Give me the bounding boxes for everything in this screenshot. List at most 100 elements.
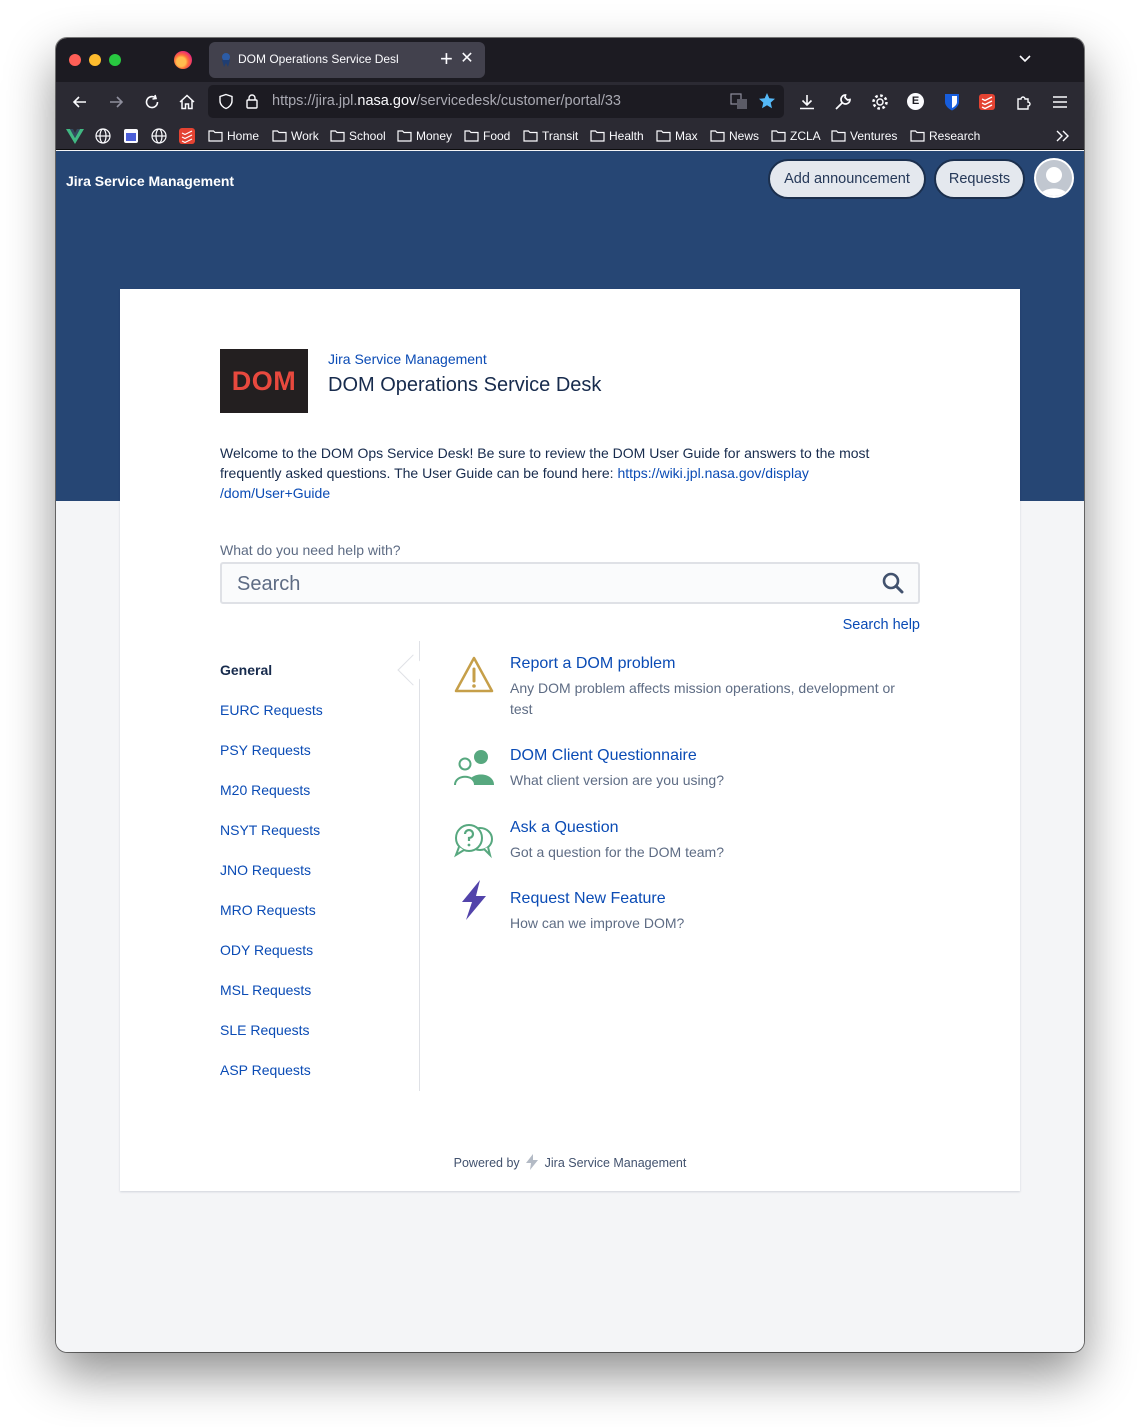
requests-button[interactable]: Requests	[934, 159, 1025, 199]
request-type-title[interactable]: Report a DOM problem	[510, 655, 675, 673]
list-all-tabs-icon[interactable]	[1018, 52, 1032, 66]
portal-card: DOM Jira Service Management DOM Operatio…	[120, 289, 1020, 1191]
extension-e-icon[interactable]: E	[907, 93, 924, 110]
powered-by-product-link[interactable]: Jira Service Management	[545, 1156, 687, 1170]
todoist-extension-icon[interactable]	[977, 92, 997, 112]
group-m20-requests[interactable]: M20 Requests	[220, 782, 310, 798]
new-tab-button[interactable]: +	[440, 48, 453, 70]
search-help-link[interactable]: Search help	[843, 617, 920, 633]
back-icon[interactable]	[70, 92, 90, 112]
group-nsyt-requests[interactable]: NSYT Requests	[220, 822, 320, 838]
downloads-icon[interactable]	[797, 92, 817, 112]
sidebar-divider	[419, 641, 420, 1091]
users-icon	[454, 747, 494, 787]
bookmark-label: Money	[416, 129, 453, 143]
powered-by-footer: Powered by Jira Service Management	[453, 1154, 687, 1170]
folder-icon	[208, 130, 223, 142]
breadcrumb[interactable]: Jira Service Management	[328, 351, 487, 367]
search-icon[interactable]	[882, 572, 904, 594]
active-group-indicator	[397, 654, 429, 686]
request-type-title[interactable]: Ask a Question	[510, 819, 619, 837]
globe-icon[interactable]	[95, 128, 111, 144]
calendar-icon[interactable]	[123, 128, 139, 144]
request-type-description: Got a question for the DOM team?	[510, 844, 724, 860]
zoom-window-button[interactable]	[109, 54, 121, 66]
folder-icon	[397, 130, 412, 142]
url-text[interactable]: https://jira.jpl.nasa.gov/servicedesk/cu…	[272, 93, 621, 109]
folder-icon	[272, 130, 287, 142]
folder-icon	[831, 130, 846, 142]
jira-favicon-icon	[222, 53, 230, 67]
lock-icon[interactable]	[245, 93, 259, 110]
close-tab-icon[interactable]: ✕	[457, 48, 477, 70]
request-type-title[interactable]: Request New Feature	[510, 890, 666, 908]
menu-hamburger-icon[interactable]	[1050, 92, 1070, 112]
group-asp-requests[interactable]: ASP Requests	[220, 1062, 311, 1078]
group-jno-requests[interactable]: JNO Requests	[220, 862, 311, 878]
page-title: DOM Operations Service Desk	[328, 374, 602, 396]
warning-icon	[454, 655, 494, 695]
group-ody-requests[interactable]: ODY Requests	[220, 942, 313, 958]
extensions-puzzle-icon[interactable]	[1014, 92, 1034, 112]
folder-icon	[656, 130, 671, 142]
bookmark-label: Work	[291, 129, 319, 143]
settings-gear-icon[interactable]	[870, 92, 890, 112]
forward-icon[interactable]	[106, 92, 126, 112]
folder-icon	[771, 130, 786, 142]
folder-icon	[464, 130, 479, 142]
bookmark-star-icon[interactable]	[758, 92, 776, 110]
portal-logo: DOM	[220, 349, 308, 413]
navigation-toolbar: https://jira.jpl.nasa.gov/servicedesk/cu…	[56, 82, 1084, 122]
tab-title: DOM Operations Service Desk - Jira	[238, 52, 398, 66]
search-label: What do you need help with?	[220, 542, 401, 558]
tab-bar: DOM Operations Service Desk - Jira ✕ +	[56, 38, 1084, 82]
group-general[interactable]: General	[220, 662, 272, 678]
question-bubbles-icon	[454, 819, 494, 859]
firefox-icon[interactable]	[174, 51, 192, 69]
url-bar[interactable]: https://jira.jpl.nasa.gov/servicedesk/cu…	[208, 85, 784, 118]
wrench-icon[interactable]	[833, 92, 853, 112]
request-type-description: How can we improve DOM?	[510, 915, 685, 931]
group-sle-requests[interactable]: SLE Requests	[220, 1022, 310, 1038]
add-announcement-button[interactable]: Add announcement	[768, 159, 926, 199]
lightning-icon	[454, 880, 494, 920]
tracking-shield-icon[interactable]	[218, 93, 234, 110]
bookmark-label: Home	[227, 129, 260, 143]
bookmark-label: Health	[609, 129, 644, 143]
folder-icon	[523, 130, 538, 142]
browser-window: DOM Operations Service Desk - Jira ✕ + h…	[56, 38, 1084, 1352]
home-icon[interactable]	[177, 92, 197, 112]
bookmark-label: News	[729, 129, 760, 143]
minimize-window-button[interactable]	[89, 54, 101, 66]
service-desk-page: Jira Service Management Add announcement…	[56, 151, 1084, 1352]
close-window-button[interactable]	[69, 54, 81, 66]
reload-icon[interactable]	[142, 92, 162, 112]
group-psy-requests[interactable]: PSY Requests	[220, 742, 311, 758]
group-mro-requests[interactable]: MRO Requests	[220, 902, 316, 918]
bookmark-label: Transit	[542, 129, 579, 143]
group-msl-requests[interactable]: MSL Requests	[220, 982, 311, 998]
todoist-icon[interactable]	[179, 128, 195, 144]
more-bookmarks-chevron-icon[interactable]	[1055, 129, 1071, 143]
jira-bolt-icon	[526, 1154, 539, 1170]
bookmark-label: Ventures	[850, 129, 898, 143]
translate-icon[interactable]	[730, 93, 748, 110]
vue-icon[interactable]	[66, 128, 84, 144]
bookmark-label: ZCLA	[790, 129, 821, 143]
bookmark-label: Research	[929, 129, 981, 143]
request-type-description: Any DOM problem affects mission operatio…	[510, 680, 895, 717]
folder-icon	[590, 130, 605, 142]
search-input[interactable]: Search	[220, 562, 920, 604]
brand-link[interactable]: Jira Service Management	[66, 173, 234, 189]
group-eurc-requests[interactable]: EURC Requests	[220, 702, 323, 718]
request-type-description: What client version are you using?	[510, 772, 724, 788]
bitwarden-icon[interactable]	[942, 92, 962, 112]
bookmark-label: School	[349, 129, 386, 143]
globe-icon[interactable]	[151, 128, 167, 144]
user-avatar[interactable]	[1034, 158, 1074, 198]
folder-icon	[710, 130, 725, 142]
folder-icon	[910, 130, 925, 142]
default-avatar-icon	[1036, 160, 1072, 196]
bookmark-label: Max	[675, 129, 698, 143]
request-type-title[interactable]: DOM Client Questionnaire	[510, 747, 697, 765]
